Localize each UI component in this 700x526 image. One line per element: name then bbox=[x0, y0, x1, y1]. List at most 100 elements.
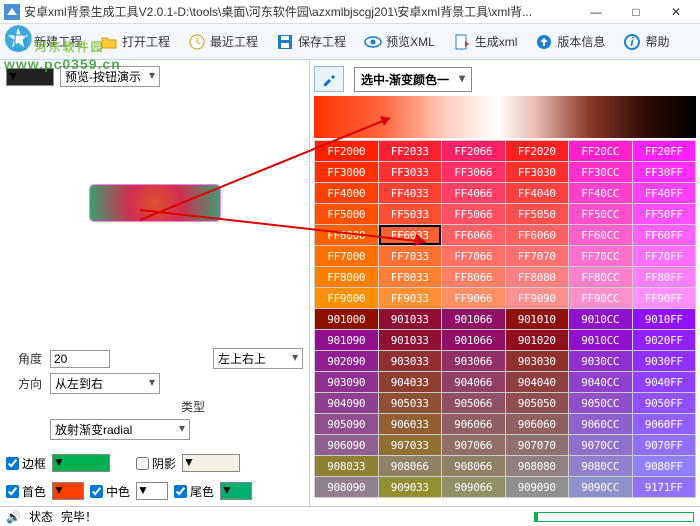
color-cell[interactable]: 901066 bbox=[442, 309, 505, 329]
color-cell[interactable]: 9030FF bbox=[633, 351, 696, 371]
color-cell[interactable]: 906033 bbox=[379, 414, 442, 434]
new-project-button[interactable]: 新建工程 bbox=[6, 31, 88, 53]
color-cell[interactable]: FF6060 bbox=[506, 225, 569, 245]
type-select[interactable]: 放射渐变radial bbox=[50, 419, 190, 440]
mid-color-swatch[interactable]: ▼ bbox=[136, 482, 168, 500]
color-cell[interactable]: 904066 bbox=[442, 372, 505, 392]
color-cell[interactable]: FF40FF bbox=[633, 183, 696, 203]
color-cell[interactable]: 9090CC bbox=[569, 477, 632, 497]
color-cell[interactable]: 905066 bbox=[442, 393, 505, 413]
color-cell[interactable]: 901010 bbox=[506, 309, 569, 329]
color-cell[interactable]: 906060 bbox=[506, 414, 569, 434]
color-cell[interactable]: 903030 bbox=[506, 351, 569, 371]
color-cell[interactable]: FF6033 bbox=[379, 225, 442, 245]
minimize-button[interactable]: — bbox=[576, 1, 616, 23]
color-cell[interactable]: 9050CC bbox=[569, 393, 632, 413]
color-cell[interactable]: 908033 bbox=[315, 456, 378, 476]
color-cell[interactable]: FF70FF bbox=[633, 246, 696, 266]
end-color-swatch[interactable]: ▼ bbox=[220, 482, 252, 500]
color-cell[interactable]: 904033 bbox=[379, 372, 442, 392]
color-cell[interactable]: FF6000 bbox=[315, 225, 378, 245]
color-cell[interactable]: 901000 bbox=[315, 309, 378, 329]
color-cell[interactable]: FF8066 bbox=[442, 267, 505, 287]
color-cell[interactable]: 903090 bbox=[315, 372, 378, 392]
preview-color-swatch[interactable]: ▼ bbox=[6, 68, 54, 86]
color-cell[interactable]: FF60FF bbox=[633, 225, 696, 245]
eyedropper-button[interactable] bbox=[314, 66, 344, 92]
color-cell[interactable]: FF40CC bbox=[569, 183, 632, 203]
color-cell[interactable]: FF90CC bbox=[569, 288, 632, 308]
save-project-button[interactable]: 保存工程 bbox=[270, 31, 352, 53]
color-cell[interactable]: 9060CC bbox=[569, 414, 632, 434]
color-cell[interactable]: 901033 bbox=[379, 330, 442, 350]
color-cell[interactable]: 903033 bbox=[379, 351, 442, 371]
color-cell[interactable]: FF60CC bbox=[569, 225, 632, 245]
color-cell[interactable]: FF7000 bbox=[315, 246, 378, 266]
color-cell[interactable]: FF50CC bbox=[569, 204, 632, 224]
color-cell[interactable]: 907033 bbox=[379, 435, 442, 455]
color-cell[interactable]: FF8033 bbox=[379, 267, 442, 287]
color-cell[interactable]: 907070 bbox=[506, 435, 569, 455]
color-cell[interactable]: 9020FF bbox=[633, 330, 696, 350]
first-color-checkbox[interactable]: 首色 bbox=[6, 483, 46, 500]
shadow-checkbox[interactable]: 阴影 bbox=[136, 455, 176, 472]
mid-color-checkbox[interactable]: 中色 bbox=[90, 483, 130, 500]
color-cell[interactable]: 908066 bbox=[442, 456, 505, 476]
color-cell[interactable]: 909090 bbox=[506, 477, 569, 497]
color-cell[interactable]: 9040CC bbox=[569, 372, 632, 392]
generate-xml-button[interactable]: 生成xml bbox=[447, 31, 524, 53]
color-cell[interactable]: FF70CC bbox=[569, 246, 632, 266]
color-cell[interactable]: 905090 bbox=[315, 414, 378, 434]
color-cell[interactable]: FF3030 bbox=[506, 162, 569, 182]
color-cell[interactable]: 9060FF bbox=[633, 414, 696, 434]
color-cell[interactable]: FF7070 bbox=[506, 246, 569, 266]
color-cell[interactable]: 9070CC bbox=[569, 435, 632, 455]
recent-project-button[interactable]: 最近工程 bbox=[182, 31, 264, 53]
color-cell[interactable]: FF8000 bbox=[315, 267, 378, 287]
color-cell[interactable]: FF30FF bbox=[633, 162, 696, 182]
open-project-button[interactable]: 打开工程 bbox=[94, 31, 176, 53]
color-cell[interactable]: FF80FF bbox=[633, 267, 696, 287]
color-cell[interactable]: FF3000 bbox=[315, 162, 378, 182]
color-cell[interactable]: FF3066 bbox=[442, 162, 505, 182]
color-cell[interactable]: 904040 bbox=[506, 372, 569, 392]
first-color-swatch[interactable]: ▼ bbox=[52, 482, 84, 500]
close-button[interactable]: ✕ bbox=[656, 1, 696, 23]
color-cell[interactable]: 906090 bbox=[315, 435, 378, 455]
color-cell[interactable]: FF3033 bbox=[379, 162, 442, 182]
color-cell[interactable]: FF30CC bbox=[569, 162, 632, 182]
color-cell[interactable]: 908090 bbox=[315, 477, 378, 497]
color-cell[interactable]: FF5066 bbox=[442, 204, 505, 224]
angle-dir-select[interactable]: 左上右上 bbox=[213, 348, 303, 369]
color-cell[interactable]: FF9066 bbox=[442, 288, 505, 308]
color-cell[interactable]: 902090 bbox=[315, 351, 378, 371]
color-cell[interactable]: 9010CC bbox=[569, 330, 632, 350]
color-cell[interactable]: 9010FF bbox=[633, 309, 696, 329]
color-cell[interactable]: FF5033 bbox=[379, 204, 442, 224]
gradient-color-select[interactable]: 选中-渐变颜色一 bbox=[354, 67, 472, 92]
color-cell[interactable]: 9050FF bbox=[633, 393, 696, 413]
color-cell[interactable]: 9040FF bbox=[633, 372, 696, 392]
color-spectrum[interactable] bbox=[314, 96, 696, 138]
color-cell[interactable]: FF6066 bbox=[442, 225, 505, 245]
color-cell[interactable]: 901020 bbox=[506, 330, 569, 350]
end-color-checkbox[interactable]: 尾色 bbox=[174, 483, 214, 500]
color-cell[interactable]: 904090 bbox=[315, 393, 378, 413]
color-cell[interactable]: FF50FF bbox=[633, 204, 696, 224]
color-cell[interactable]: FF4000 bbox=[315, 183, 378, 203]
color-cell[interactable]: 907066 bbox=[442, 435, 505, 455]
color-cell[interactable]: FF9090 bbox=[506, 288, 569, 308]
color-cell[interactable]: FF7066 bbox=[442, 246, 505, 266]
color-cell[interactable]: FF2000 bbox=[315, 141, 378, 161]
color-cell[interactable]: 909066 bbox=[442, 477, 505, 497]
color-cell[interactable]: FF5050 bbox=[506, 204, 569, 224]
help-button[interactable]: i帮助 bbox=[617, 31, 675, 53]
color-cell[interactable]: 903066 bbox=[442, 351, 505, 371]
color-cell[interactable]: FF7033 bbox=[379, 246, 442, 266]
preview-xml-button[interactable]: 预览XML bbox=[358, 31, 441, 53]
color-cell[interactable]: FF4066 bbox=[442, 183, 505, 203]
color-cell[interactable]: 9080FF bbox=[633, 456, 696, 476]
color-cell[interactable]: 908080 bbox=[506, 456, 569, 476]
color-cell[interactable]: 906066 bbox=[442, 414, 505, 434]
color-cell[interactable]: FF8080 bbox=[506, 267, 569, 287]
